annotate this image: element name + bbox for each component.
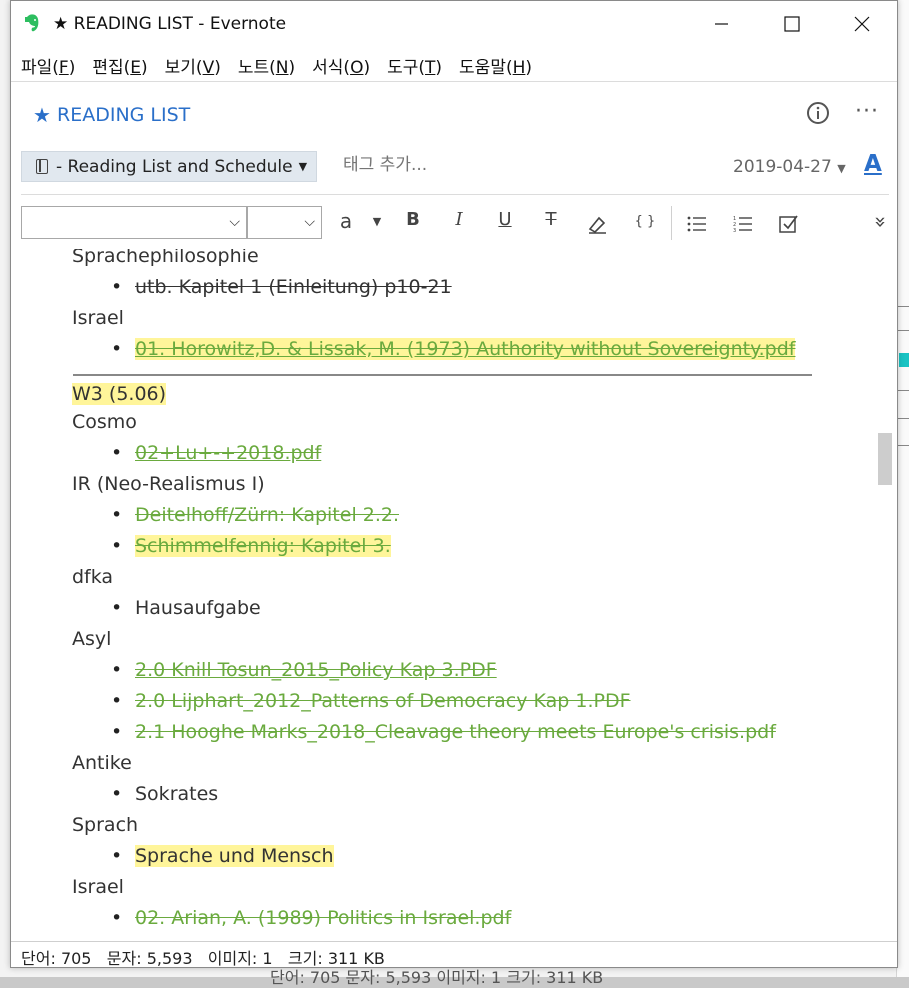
status-bar: 단어: 705 문자: 5,593 이미지: 1 크기: 311 KB [11,941,897,968]
checkbox-icon[interactable] [777,214,801,234]
note-heading: Israel [72,876,124,898]
note-bullet: 2.0 Lijphart_2012_Patterns of Democracy … [111,686,631,717]
note-bullet: utb. Kapitel 1 (Einleitung) p10-21 [111,272,452,303]
title-bar[interactable]: ★ READING LIST - Evernote [11,1,897,47]
strikethrough-button[interactable]: T [539,209,563,230]
close-button[interactable] [839,1,885,47]
numbered-list-icon[interactable]: 1 2 3 [731,215,755,233]
menu-note[interactable]: 노트(N) [238,53,295,78]
star-icon: ★ [33,103,51,127]
format-toolbar: ⌵ ⌵ a ▼ B I U T { } 1 2 3 » [11,206,897,242]
underline-button[interactable]: U [493,209,517,230]
note-bullet: Sokrates [111,779,218,810]
menu-help[interactable]: 도움말(H) [459,53,532,78]
minimize-icon [715,23,728,25]
chevron-down-icon: ⌵ [229,214,240,230]
code-block-button[interactable]: { } [631,214,659,229]
note-heading: Sprachephilosophie [72,249,259,267]
caret-down-icon[interactable]: ▼ [365,215,389,228]
divider [21,194,889,195]
note-bullet: 2.0 Knill Tosun_2015_Policy Kap 3.PDF [111,655,497,686]
italic-button[interactable]: I [447,209,471,230]
note-bullet: Hausaufgabe [111,593,261,624]
note-bullet: 02. Arian, A. (1989) Politics in Israel.… [111,903,511,934]
note-bullet: 2.1 Hooghe Marks_2018_Cleavage theory me… [111,717,776,748]
expand-toolbar-icon[interactable]: » [869,210,893,234]
note-title[interactable]: READING LIST [57,104,190,126]
menu-tools[interactable]: 도구(T) [387,53,442,78]
note-bullet: 02+Lu+-+2018.pdf [111,438,321,469]
info-icon[interactable] [806,101,830,125]
chevron-down-icon: ⌵ [304,214,315,230]
note-bullet: 01. Horowitz,D. & Lissak, M. (1973) Auth… [111,334,796,365]
attachment-link[interactable]: 2.0 Knill Tosun_2015_Policy Kap 3.PDF [135,659,497,681]
note-heading: Antike [72,752,132,774]
evernote-window: ★ READING LIST - Evernote 파일(F) 편집(E) 보기… [10,0,898,968]
notebook-selector[interactable]: - Reading List and Schedule ▼ [21,151,317,182]
note-heading: W3 (5.06) [72,383,167,405]
evernote-elephant-icon [25,14,39,32]
note-bullet: Deitelhoff/Zürn: Kapitel 2.2. [111,500,399,531]
attachment-link[interactable]: 2.0 Lijphart_2012_Patterns of Democracy … [135,690,631,712]
note-date[interactable]: 2019-04-27 ▼ [733,157,846,177]
font-family-select[interactable]: ⌵ [21,206,247,239]
close-icon [854,16,870,32]
tag-input[interactable] [341,154,605,176]
background-highlight [899,353,909,367]
toolbar-divider [671,206,672,240]
status-text: 단어: 705 문자: 5,593 이미지: 1 크기: 311 KB [21,949,385,968]
note-bullet: Schimmelfennig: Kapitel 3. [111,531,391,562]
notebook-label: - Reading List and Schedule [56,156,293,177]
divider [11,81,897,82]
note-heading: Asyl [72,628,112,650]
attachment-link[interactable]: 01. Horowitz,D. & Lissak, M. (1973) Auth… [135,338,796,360]
background-line [897,445,909,446]
svg-text:3: 3 [733,228,736,233]
bold-button[interactable]: B [401,209,425,230]
note-heading: dfka [72,566,114,588]
background-line [897,306,909,307]
note-editor[interactable]: Sprachephilosophie utb. Kapitel 1 (Einle… [11,249,877,939]
notebook-icon [36,159,48,174]
menu-file[interactable]: 파일(F) [21,53,75,78]
bulleted-list-icon[interactable] [685,215,709,233]
minimize-button[interactable] [699,1,745,47]
horizontal-rule [73,374,812,376]
font-style-icon[interactable]: A [864,151,882,177]
note-heading: IR (Neo-Realismus I) [72,473,265,495]
font-size-select[interactable]: ⌵ [247,206,322,239]
scrollbar-thumb[interactable] [878,433,892,485]
menu-view[interactable]: 보기(V) [165,53,221,78]
background-line [897,418,909,419]
maximize-button[interactable] [769,1,815,47]
attachment-link[interactable]: 02+Lu+-+2018.pdf [135,442,321,464]
note-heading: Cosmo [72,411,137,433]
background-line [897,330,909,331]
note-heading: Sprach [72,814,139,836]
window-title: ★ READING LIST - Evernote [53,14,287,34]
maximize-icon [784,16,800,32]
note-heading: Israel [72,307,124,329]
attachment-link[interactable]: 02. Arian, A. (1989) Politics in Israel.… [135,907,511,929]
menu-bar: 파일(F) 편집(E) 보기(V) 노트(N) 서식(O) 도구(T) 도움말(… [11,49,897,81]
menu-format[interactable]: 서식(O) [312,53,370,78]
background-line [897,390,909,391]
caret-down-icon: ▼ [298,160,308,173]
menu-edit[interactable]: 편집(E) [92,53,147,78]
note-meta-row: - Reading List and Schedule ▼ 2019-04-27… [11,151,897,183]
note-header: ★ READING LIST ··· [11,95,897,135]
attachment-link[interactable]: 2.1 Hooghe Marks_2018_Cleavage theory me… [135,721,776,743]
more-options-icon[interactable]: ··· [855,99,879,124]
note-bullet: Sprache und Mensch [111,841,334,872]
text-color-button[interactable]: a [334,209,358,233]
highlighter-icon[interactable] [585,214,609,234]
